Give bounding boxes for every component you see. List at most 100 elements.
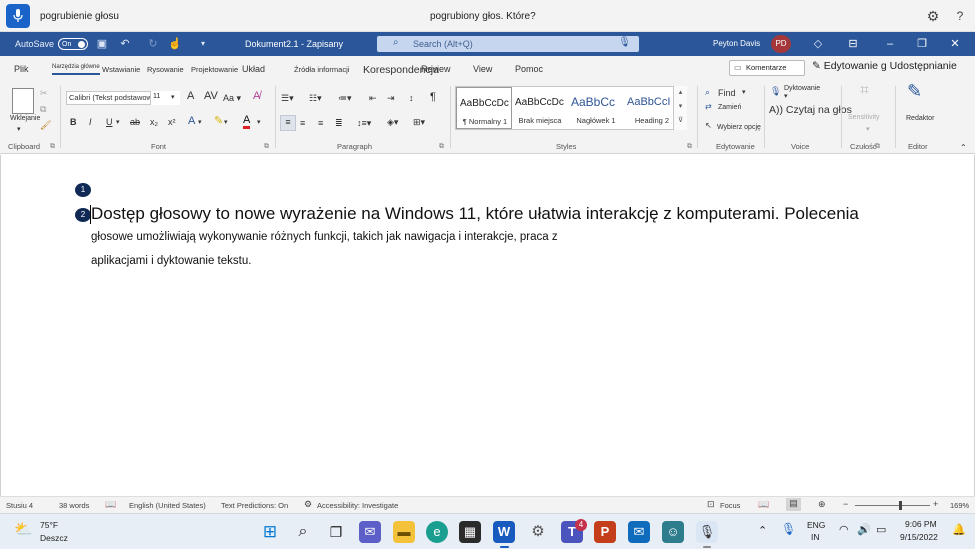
paste-dropdown-icon[interactable]: ▾ [17, 124, 21, 136]
tab-view[interactable]: View [473, 64, 492, 74]
gear-icon[interactable]: ⚙ [925, 8, 941, 24]
dictate-icon[interactable]: 🎙 [770, 85, 781, 97]
style-normal[interactable]: AaBbCcDc ¶ Normalny 1 [456, 87, 512, 129]
tab-file[interactable]: Plik [14, 64, 29, 74]
font-dropdown-icon[interactable]: ▾ [171, 92, 175, 104]
restore-icon[interactable]: ❐ [907, 32, 937, 56]
word-icon[interactable]: W [493, 521, 515, 543]
voice-access-app-icon[interactable]: 🎙 [696, 521, 718, 543]
zoom-slider-thumb[interactable] [899, 501, 902, 510]
sensitivity-launcher-icon[interactable]: ⧉ [875, 143, 880, 151]
zoom-in-icon[interactable]: + [933, 499, 938, 509]
language-indicator-1[interactable]: ENG [807, 520, 825, 530]
font-size-box[interactable]: 11 [150, 91, 180, 105]
collapse-ribbon-icon[interactable]: ⌃ [960, 142, 967, 154]
shading-icon[interactable]: ◈▾ [387, 116, 398, 128]
style-heading-1[interactable]: AaBbCc Nagłówek 1 [568, 87, 624, 129]
line-spacing-icon[interactable]: ↕≡▾ [357, 117, 371, 129]
weather-icon[interactable]: ⛅ [14, 520, 33, 538]
redo-icon[interactable]: ↻ [146, 37, 160, 51]
tab-review[interactable]: Review [421, 64, 451, 74]
tab-help[interactable]: Pomoc [515, 64, 543, 74]
underline-dropdown-icon[interactable]: ▾ [116, 117, 120, 129]
weather-temp[interactable]: 75°F [40, 520, 58, 530]
weather-desc[interactable]: Deszcz [40, 533, 68, 543]
mail-icon[interactable]: ✉ [628, 521, 650, 543]
tab-references[interactable]: Źródła informacji [294, 65, 349, 74]
people-icon[interactable]: ☺ [662, 521, 684, 543]
page-indicator[interactable]: Stusiu 4 [6, 501, 33, 510]
cut-icon[interactable]: ✂ [40, 87, 48, 99]
powerpoint-icon[interactable]: P [594, 521, 616, 543]
voice-mic-button[interactable] [6, 4, 30, 28]
sort-icon[interactable]: ↕ [409, 92, 414, 104]
read-mode-icon[interactable]: 📖 [758, 499, 769, 510]
touch-mode-icon[interactable]: ☝ [168, 37, 182, 51]
styles-launcher-icon[interactable]: ⧉ [687, 143, 692, 151]
editing-share-button[interactable]: ✎ Edytowanie g Udostępnianie [812, 60, 957, 72]
zoom-out-icon[interactable]: − [843, 499, 848, 509]
style-no-spacing[interactable]: AaBbCcDc Brak miejsca [512, 87, 568, 129]
font-color-dropdown-icon[interactable]: ▾ [257, 117, 261, 129]
dictate-button[interactable]: Dyktowanie [784, 83, 820, 95]
voice-number-badge[interactable]: 1 [75, 183, 91, 197]
decrease-indent-icon[interactable]: ⇤ [369, 92, 377, 104]
strikethrough-button[interactable]: ab [130, 116, 140, 128]
clock-time[interactable]: 9:06 PM [905, 519, 937, 529]
underline-button[interactable]: U [106, 116, 113, 128]
zoom-level[interactable]: 169% [950, 501, 969, 510]
find-dropdown-icon[interactable]: ▾ [742, 87, 746, 99]
text-effects-icon[interactable]: A [188, 115, 195, 127]
editor-button[interactable]: Redaktor [906, 113, 934, 125]
tab-design[interactable]: Projektowanie [191, 65, 238, 74]
search-icon[interactable]: ⌕ [292, 521, 314, 543]
borders-icon[interactable]: ⊞▾ [413, 116, 425, 128]
edge-icon[interactable]: e [426, 521, 448, 543]
microphone-tray-icon[interactable]: 🎙 [781, 522, 796, 536]
tab-home[interactable]: Narzędzia główne [52, 64, 100, 75]
undo-icon[interactable]: ↶ [118, 37, 132, 51]
start-icon[interactable]: ⊞ [259, 521, 281, 543]
bold-button[interactable]: B [70, 116, 77, 128]
diamond-icon[interactable]: ◇ [811, 37, 825, 51]
clock-date[interactable]: 9/15/2022 [900, 532, 938, 542]
select-icon[interactable]: ↖ [705, 120, 712, 132]
focus-button[interactable]: Focus [720, 501, 740, 510]
zoom-slider[interactable] [855, 505, 930, 506]
question-icon[interactable]: ? [952, 8, 968, 24]
paragraph-launcher-icon[interactable]: ⧉ [439, 143, 444, 151]
volume-icon[interactable]: 🔊 [857, 523, 871, 536]
battery-icon[interactable]: ▭ [876, 523, 886, 536]
align-right-icon[interactable]: ≡ [318, 117, 323, 129]
find-icon[interactable]: ⌕ [705, 86, 710, 98]
paragraph-line[interactable]: głosowe umożliwiają wykonywanie różnych … [91, 231, 558, 243]
align-center-icon[interactable]: ≡ [300, 117, 305, 129]
customize-toolbar-icon[interactable]: ▾ [196, 37, 210, 51]
comments-button[interactable]: ▭ Komentarze [729, 60, 805, 76]
replace-icon[interactable]: ⇄ [705, 101, 712, 113]
microphone-icon[interactable]: 🎙 [618, 37, 631, 48]
font-launcher-icon[interactable]: ⧉ [264, 143, 269, 151]
multilevel-list-icon[interactable]: ≔▾ [338, 92, 352, 104]
accessibility-status[interactable]: Accessibility: Investigate [317, 501, 398, 510]
paste-label[interactable]: Wklejanie [10, 113, 40, 125]
styles-gallery-scroll[interactable]: ▴ ▾ ⊽ [673, 86, 687, 130]
tab-layout[interactable]: Układ [242, 64, 265, 74]
search-box[interactable]: ⌕ Search (Alt+Q) 🎙 [377, 36, 639, 52]
clipboard-launcher-icon[interactable]: ⧉ [50, 143, 55, 151]
change-case-icon[interactable]: Aa ▾ [223, 92, 241, 104]
style-heading-2[interactable]: AaBbCcI Heading 2 [624, 87, 680, 129]
autosave-toggle[interactable]: On [58, 38, 88, 50]
print-layout-icon[interactable]: ▤ [786, 498, 801, 511]
store-icon[interactable]: ▦ [459, 521, 481, 543]
notifications-icon[interactable]: 🔔 [952, 523, 966, 536]
paragraph-line[interactable]: aplikacjami i dyktowanie tekstu. [91, 255, 251, 267]
highlight-dropdown-icon[interactable]: ▾ [224, 117, 228, 129]
tab-insert[interactable]: Wstawianie [102, 65, 140, 74]
justify-icon[interactable]: ≣ [335, 117, 343, 129]
editor-icon[interactable]: ✎ [907, 82, 922, 100]
replace-button[interactable]: Zamień [718, 102, 741, 114]
format-painter-icon[interactable]: 🖌 [40, 119, 51, 131]
italic-button[interactable]: I [89, 116, 92, 128]
save-icon[interactable]: ▣ [95, 37, 109, 51]
